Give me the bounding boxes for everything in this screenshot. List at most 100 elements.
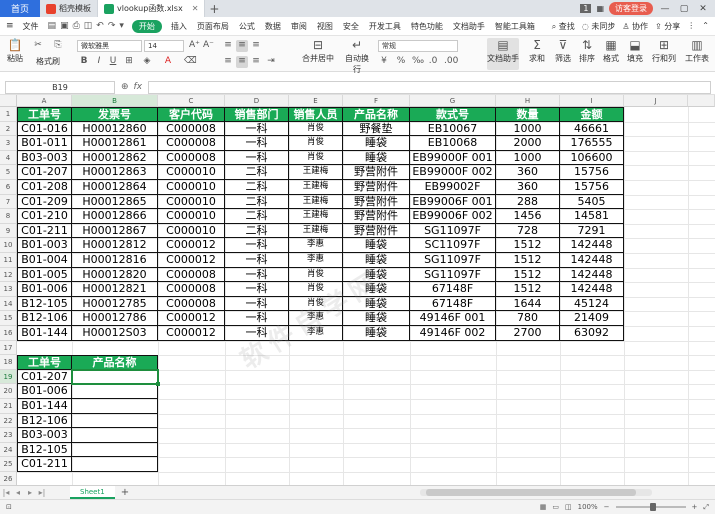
- table-cell[interactable]: 45124: [560, 296, 624, 312]
- menu-item[interactable]: 开发工具: [364, 21, 406, 32]
- menu-item[interactable]: 视图: [312, 21, 338, 32]
- table-cell[interactable]: EB99000F 001: [410, 150, 496, 166]
- table-cell[interactable]: 142448: [560, 238, 624, 253]
- table-cell[interactable]: 二科: [225, 165, 289, 180]
- lookup-result-cell[interactable]: [72, 442, 158, 458]
- column-header-i[interactable]: I: [560, 95, 624, 107]
- table-cell[interactable]: 李惠: [289, 326, 343, 341]
- copy-icon[interactable]: ⎘: [53, 40, 63, 50]
- table-header-cell[interactable]: 数量: [496, 107, 560, 122]
- table-cell[interactable]: 176555: [560, 136, 624, 151]
- table-cell[interactable]: EB99002F: [410, 180, 496, 195]
- table-cell[interactable]: B03-003: [17, 150, 72, 166]
- table-cell[interactable]: B01-004: [17, 253, 72, 268]
- sum-button[interactable]: Σ 求和: [527, 39, 547, 64]
- table-cell[interactable]: 1512: [496, 282, 560, 297]
- share-button[interactable]: ⇪ 分享: [655, 21, 680, 32]
- table-cell[interactable]: EB10068: [410, 136, 496, 151]
- table-cell[interactable]: 一科: [225, 282, 289, 297]
- horizontal-scrollbar[interactable]: [420, 489, 652, 496]
- row-header-6[interactable]: 6: [0, 180, 17, 195]
- table-cell[interactable]: H00012863: [72, 165, 158, 180]
- lookup-result-cell[interactable]: [72, 428, 158, 443]
- next-sheet-icon[interactable]: ▸: [24, 488, 36, 497]
- table-cell[interactable]: C000010: [158, 209, 225, 224]
- table-cell[interactable]: H00012864: [72, 180, 158, 195]
- lookup-id-cell[interactable]: C01-211: [17, 457, 72, 472]
- table-cell[interactable]: C000012: [158, 238, 225, 253]
- table-cell[interactable]: H00012820: [72, 267, 158, 283]
- row-header-26[interactable]: 26: [0, 472, 17, 485]
- table-cell[interactable]: 睡袋: [343, 136, 410, 151]
- sync-button[interactable]: ◌ 未同步: [582, 21, 616, 32]
- table-header-cell[interactable]: 金额: [560, 107, 624, 122]
- table-cell[interactable]: 46661: [560, 121, 624, 137]
- table-cell[interactable]: C01-209: [17, 194, 72, 210]
- undo-icon[interactable]: ↶: [96, 21, 104, 31]
- table-cell[interactable]: EB99006F 001: [410, 194, 496, 210]
- table-cell[interactable]: 肖俊: [289, 121, 343, 137]
- lookup-id-cell[interactable]: C01-207: [17, 369, 72, 385]
- table-cell[interactable]: 二科: [225, 180, 289, 195]
- table-cell[interactable]: 1000: [496, 121, 560, 137]
- menu-item[interactable]: 文档助手: [448, 21, 490, 32]
- table-cell[interactable]: 2700: [496, 326, 560, 341]
- row-header-3[interactable]: 3: [0, 136, 17, 151]
- row-header-11[interactable]: 11: [0, 253, 17, 268]
- prev-sheet-icon[interactable]: ◂: [12, 488, 24, 497]
- table-cell[interactable]: 李惠: [289, 253, 343, 268]
- table-cell[interactable]: 肖俊: [289, 267, 343, 283]
- fit-icon[interactable]: ⤢: [703, 503, 709, 512]
- sort-button[interactable]: ⇅ 排序: [577, 39, 597, 64]
- table-cell[interactable]: B01-011: [17, 136, 72, 151]
- lookup-result-cell[interactable]: [72, 457, 158, 472]
- scrollbar-thumb[interactable]: [426, 489, 636, 496]
- table-cell[interactable]: 睡袋: [343, 253, 410, 268]
- clear-icon[interactable]: ⌫: [184, 56, 197, 66]
- table-cell[interactable]: EB10067: [410, 121, 496, 137]
- table-cell[interactable]: 王建梅: [289, 209, 343, 224]
- percent-icon[interactable]: %: [396, 56, 406, 66]
- table-cell[interactable]: 360: [496, 180, 560, 195]
- table-cell[interactable]: SG11097F: [410, 267, 496, 283]
- column-header-h[interactable]: H: [496, 95, 560, 107]
- preview-icon[interactable]: ◫: [84, 21, 93, 31]
- table-cell[interactable]: 王建梅: [289, 194, 343, 210]
- table-cell[interactable]: H00012812: [72, 238, 158, 253]
- table-cell[interactable]: H00012861: [72, 136, 158, 151]
- table-header-cell[interactable]: 客户代码: [158, 107, 225, 122]
- currency-icon[interactable]: ¥: [379, 56, 389, 66]
- table-cell[interactable]: C000012: [158, 311, 225, 326]
- table-cell[interactable]: 野营附件: [343, 165, 410, 180]
- table-cell[interactable]: 睡袋: [343, 238, 410, 253]
- menu-item[interactable]: 公式: [234, 21, 260, 32]
- view-page-icon[interactable]: ▭: [552, 503, 559, 511]
- table-cell[interactable]: 一科: [225, 311, 289, 326]
- lookup-id-cell[interactable]: B01-144: [17, 399, 72, 414]
- table-cell[interactable]: C000008: [158, 136, 225, 151]
- workbook-tab[interactable]: vlookup函数.xlsx ✕: [98, 0, 206, 17]
- fill-button[interactable]: ⬓ 填充: [625, 39, 645, 64]
- table-cell[interactable]: 5405: [560, 194, 624, 210]
- table-cell[interactable]: C01-207: [17, 165, 72, 180]
- first-sheet-icon[interactable]: |◂: [0, 488, 12, 497]
- table-cell[interactable]: 李惠: [289, 238, 343, 253]
- table-cell[interactable]: 67148F: [410, 282, 496, 297]
- redo-icon[interactable]: ↷: [108, 21, 116, 31]
- lookup-header-cell[interactable]: 产品名称: [72, 355, 158, 370]
- table-cell[interactable]: H00012860: [72, 121, 158, 137]
- lookup-id-cell[interactable]: B01-006: [17, 384, 72, 399]
- table-cell[interactable]: 1456: [496, 209, 560, 224]
- view-reading-icon[interactable]: ◫: [565, 503, 572, 511]
- align-bottom-icon[interactable]: ≡: [251, 40, 261, 50]
- fill-color-icon[interactable]: ◈: [142, 56, 152, 66]
- table-cell[interactable]: 李惠: [289, 311, 343, 326]
- format-painter-button[interactable]: 格式刷: [28, 56, 68, 67]
- row-header-4[interactable]: 4: [0, 150, 17, 166]
- table-cell[interactable]: SG11097F: [410, 253, 496, 268]
- table-cell[interactable]: 野营附件: [343, 180, 410, 195]
- row-header-7[interactable]: 7: [0, 194, 17, 210]
- table-cell[interactable]: B01-144: [17, 326, 72, 341]
- table-cell[interactable]: C01-211: [17, 223, 72, 239]
- table-cell[interactable]: 1512: [496, 267, 560, 283]
